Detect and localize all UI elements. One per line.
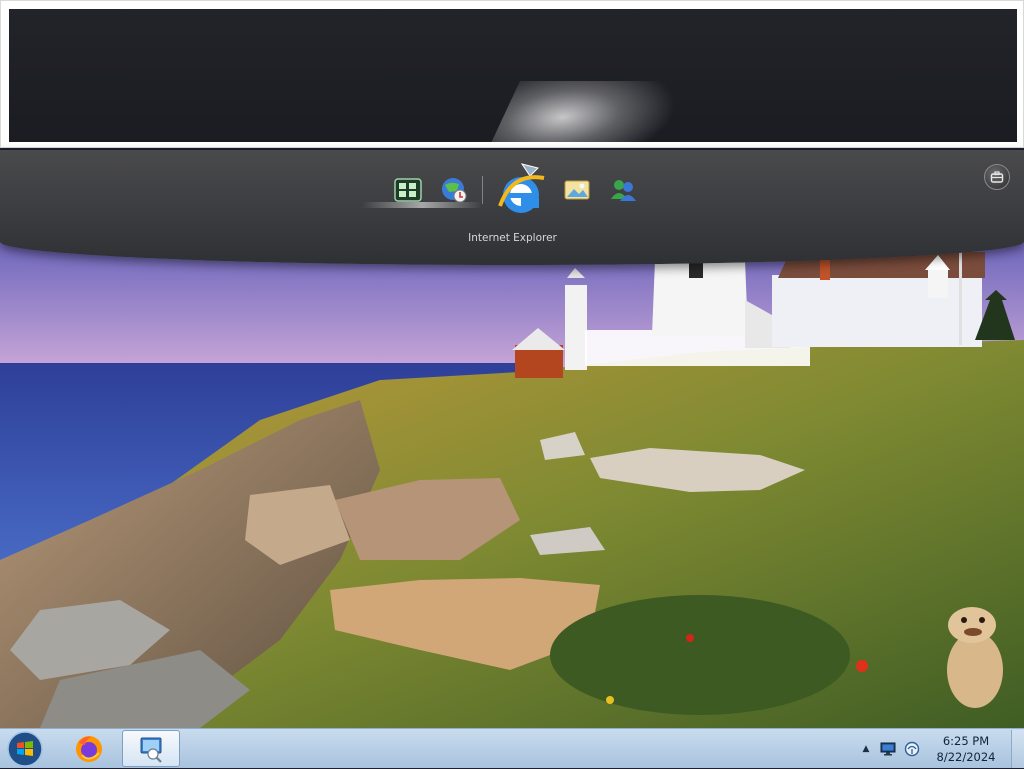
dock-item-caption: Internet Explorer xyxy=(468,232,557,244)
window-preview-frame xyxy=(0,0,1024,148)
picture-viewer-icon[interactable] xyxy=(559,172,595,208)
messenger-icon[interactable] xyxy=(605,172,641,208)
multi-desktop-icon[interactable] xyxy=(390,172,426,208)
network-icon[interactable] xyxy=(903,740,921,758)
app-dock: Internet Explorer xyxy=(0,150,1024,265)
monitor-icon[interactable] xyxy=(879,740,897,758)
internet-explorer-icon[interactable] xyxy=(493,161,549,219)
network-globe-icon[interactable] xyxy=(436,172,472,208)
show-desktop-button[interactable] xyxy=(1011,730,1024,768)
start-button[interactable] xyxy=(6,730,44,768)
dock-menu-button[interactable] xyxy=(984,164,1010,190)
taskbar: ▲ 6:25 PM 8/22/2024 xyxy=(0,728,1024,768)
clock-time: 6:25 PM xyxy=(942,734,990,748)
briefcase-icon xyxy=(990,171,1004,183)
show-hidden-icons-button[interactable]: ▲ xyxy=(859,744,873,754)
firefox-icon xyxy=(76,735,102,762)
clock-date: 8/22/2024 xyxy=(936,750,996,764)
system-clock[interactable]: 6:25 PM 8/22/2024 xyxy=(927,733,1005,765)
window-preview xyxy=(9,9,1017,142)
notification-area: ▲ 6:25 PM 8/22/2024 xyxy=(859,729,1024,769)
taskbar-firefox-button[interactable] xyxy=(60,730,118,767)
dock-items xyxy=(390,160,641,220)
dock-separator xyxy=(482,176,483,204)
taskbar-remote-desktop-button[interactable] xyxy=(122,730,180,767)
windows-start-orb xyxy=(7,731,43,767)
remote-desktop-icon xyxy=(140,737,162,763)
preview-light-beam xyxy=(478,81,690,142)
